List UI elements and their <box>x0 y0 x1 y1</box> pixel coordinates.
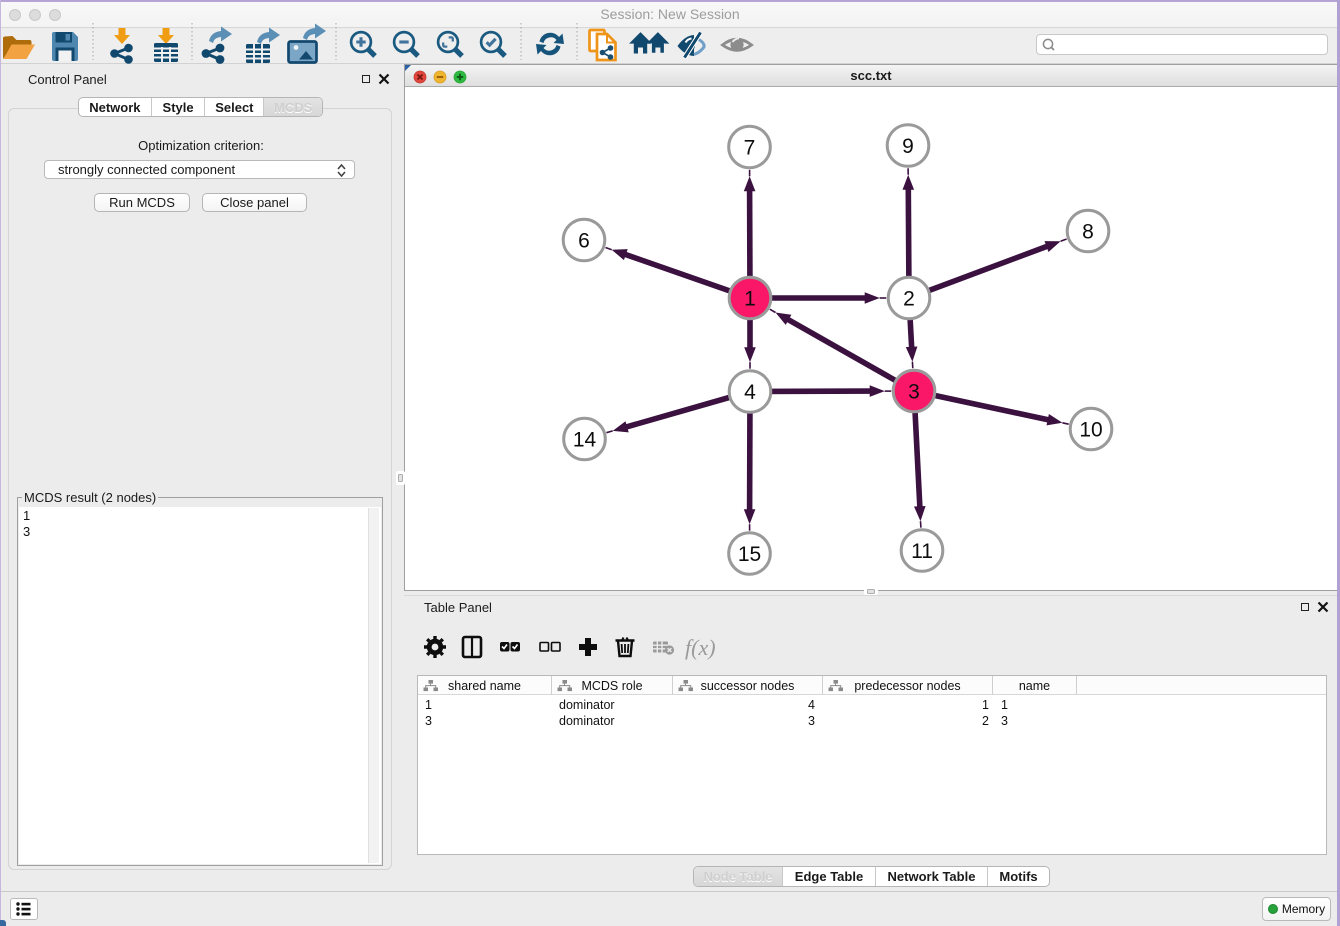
svg-text:8: 8 <box>1082 221 1094 244</box>
svg-text:14: 14 <box>573 429 597 452</box>
svg-text:2: 2 <box>903 288 915 311</box>
svg-text:3: 3 <box>908 381 920 404</box>
svg-text:1: 1 <box>744 288 756 311</box>
svg-text:11: 11 <box>911 540 933 563</box>
svg-text:6: 6 <box>578 230 590 253</box>
svg-text:4: 4 <box>744 381 756 404</box>
svg-text:9: 9 <box>902 135 914 158</box>
svg-text:7: 7 <box>744 137 756 160</box>
svg-text:10: 10 <box>1079 419 1102 442</box>
svg-text:15: 15 <box>738 543 761 566</box>
svg-text:f(x): f(x) <box>685 635 716 660</box>
